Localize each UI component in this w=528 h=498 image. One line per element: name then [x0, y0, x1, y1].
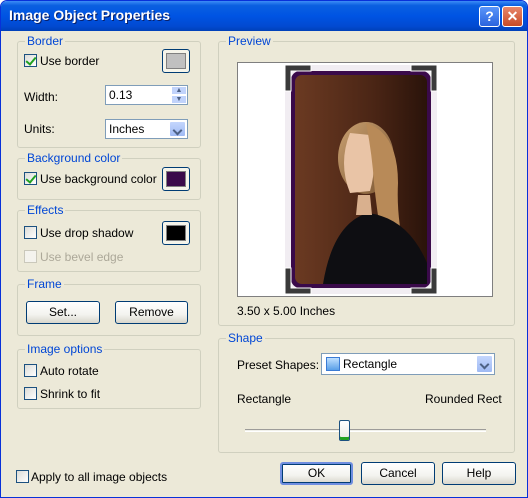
- spin-down-icon[interactable]: ▼: [171, 95, 187, 104]
- drop-shadow-checkbox[interactable]: [24, 226, 37, 239]
- preset-shapes-label: Preset Shapes:: [237, 358, 320, 372]
- title-help-button[interactable]: ?: [479, 6, 500, 27]
- background-color-button[interactable]: [162, 167, 190, 191]
- use-background-checkbox[interactable]: [24, 172, 37, 185]
- use-background-label[interactable]: Use background color: [40, 172, 157, 186]
- slider-left-label: Rectangle: [237, 392, 292, 406]
- width-label: Width:: [24, 90, 59, 104]
- close-icon: ✕: [506, 8, 519, 24]
- apply-all-checkbox[interactable]: [16, 470, 29, 483]
- window-title: Image Object Properties: [9, 7, 171, 23]
- rectangle-shape-icon: [326, 357, 340, 371]
- shrink-to-fit-checkbox[interactable]: [24, 387, 37, 400]
- use-border-checkbox[interactable]: [24, 54, 37, 67]
- units-select[interactable]: Inches: [105, 119, 188, 139]
- frame-legend: Frame: [25, 277, 64, 291]
- help-button[interactable]: Help: [442, 462, 516, 485]
- background-color-swatch: [166, 171, 186, 187]
- framed-photo: [284, 64, 438, 295]
- frame-set-button[interactable]: Set...: [26, 301, 100, 324]
- ok-button[interactable]: OK: [280, 462, 353, 485]
- corner-slider-track[interactable]: [245, 429, 486, 432]
- chevron-down-icon[interactable]: [169, 121, 186, 137]
- auto-rotate-checkbox[interactable]: [24, 364, 37, 377]
- width-stepper[interactable]: 0.13 ▲ ▼: [105, 85, 188, 105]
- background-legend: Background color: [25, 151, 123, 165]
- width-value: 0.13: [109, 88, 133, 102]
- bevel-edge-checkbox: [24, 250, 37, 263]
- border-color-button[interactable]: [162, 49, 190, 73]
- frame-remove-button[interactable]: Remove: [115, 301, 188, 324]
- shadow-color-swatch: [166, 225, 186, 241]
- shrink-to-fit-label[interactable]: Shrink to fit: [40, 387, 100, 401]
- effects-legend: Effects: [25, 203, 66, 217]
- image-options-legend: Image options: [25, 342, 105, 356]
- apply-all-label[interactable]: Apply to all image objects: [31, 470, 167, 484]
- spin-up-icon[interactable]: ▲: [171, 86, 187, 95]
- drop-shadow-label[interactable]: Use drop shadow: [40, 226, 133, 240]
- help-icon: ?: [485, 8, 494, 24]
- title-bar[interactable]: Image Object Properties ? ✕: [1, 1, 527, 31]
- shadow-color-button[interactable]: [162, 221, 190, 245]
- auto-rotate-label[interactable]: Auto rotate: [40, 364, 99, 378]
- corner-slider-thumb[interactable]: [339, 420, 351, 441]
- preview-size-text: 3.50 x 5.00 Inches: [237, 304, 336, 318]
- shape-legend: Shape: [226, 331, 265, 345]
- use-border-label[interactable]: Use border: [40, 54, 99, 68]
- units-value: Inches: [109, 122, 145, 136]
- chevron-down-icon[interactable]: [476, 355, 493, 373]
- cancel-button[interactable]: Cancel: [361, 462, 435, 485]
- border-color-swatch: [166, 53, 186, 69]
- units-label: Units:: [24, 122, 55, 136]
- preset-shapes-select[interactable]: Rectangle: [321, 353, 495, 375]
- dialog-window: Image Object Properties ? ✕ Border Use b…: [0, 0, 528, 498]
- width-spin[interactable]: ▲ ▼: [171, 86, 187, 104]
- preview-image: [237, 62, 493, 297]
- slider-right-label: Rounded Rect: [425, 392, 502, 406]
- border-legend: Border: [25, 34, 66, 48]
- bevel-edge-label: Use bevel edge: [40, 250, 124, 264]
- title-close-button[interactable]: ✕: [502, 6, 523, 27]
- preview-legend: Preview: [226, 34, 273, 48]
- preset-shapes-value: Rectangle: [343, 357, 398, 371]
